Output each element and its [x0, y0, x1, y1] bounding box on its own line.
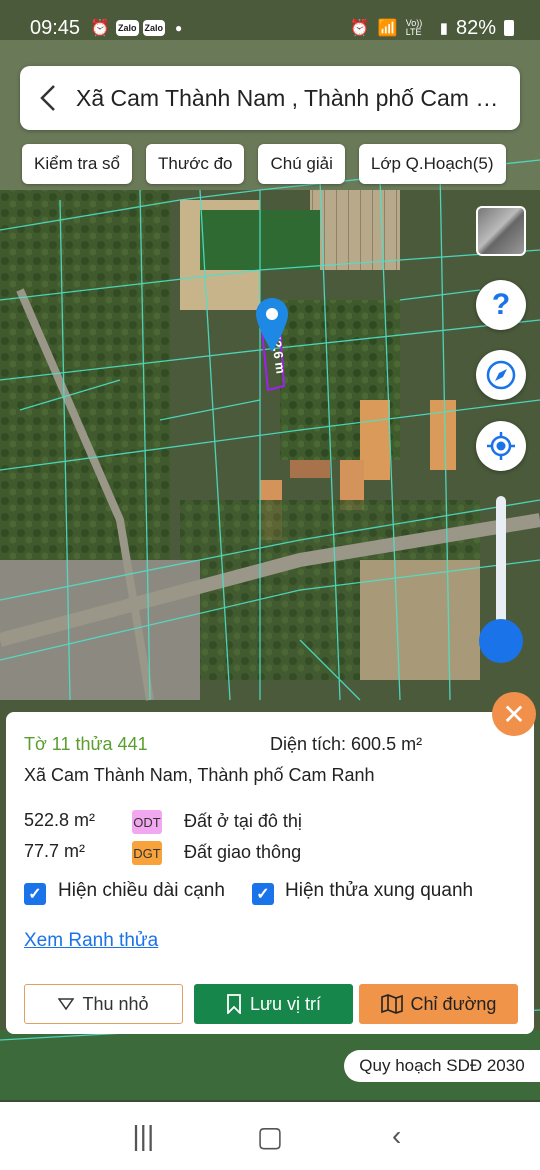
- basemap-switcher-icon[interactable]: [476, 206, 526, 256]
- measure-chip[interactable]: Thước đo: [145, 144, 245, 184]
- planning-layers-chip[interactable]: Lớp Q.Hoạch(5): [358, 144, 506, 184]
- planning-layer-label[interactable]: Quy hoạch SDĐ 2030: [344, 1050, 540, 1082]
- map-icon: [380, 994, 403, 1014]
- alarm-icon: ⏰: [90, 20, 110, 37]
- location-pin-icon[interactable]: [254, 296, 290, 359]
- system-nav-bar: ||| ▢ ‹: [0, 1102, 540, 1170]
- chevron-left-icon: [40, 85, 55, 111]
- collapse-button[interactable]: Thu nhỏ: [24, 984, 183, 1024]
- land-use-name: Đất ở tại đô thị: [184, 811, 302, 831]
- location-header: Xã Cam Thành Nam , Thành phố Cam Ranh: [20, 66, 520, 130]
- wifi-icon: 📶: [377, 20, 398, 37]
- parcel-address: Xã Cam Thành Nam, Thành phố Cam Ranh: [24, 765, 375, 785]
- battery-percent: 82%: [455, 16, 496, 39]
- compass-icon: [486, 360, 516, 390]
- show-neighbors-checkbox[interactable]: ✓: [252, 883, 274, 905]
- directions-button[interactable]: Chỉ đường: [359, 984, 518, 1024]
- parcel-info-sheet: Tờ 11 thửa 441 Diện tích: 600.5 m² Xã Ca…: [6, 712, 534, 1034]
- home-icon[interactable]: ▢: [240, 1120, 300, 1153]
- help-button[interactable]: ?: [476, 280, 526, 330]
- bookmark-icon: [227, 994, 241, 1014]
- network-label: Vo)) LTE: [405, 18, 423, 37]
- back-button[interactable]: [20, 66, 76, 130]
- zalo-icon: Zalo: [142, 20, 166, 36]
- compass-button[interactable]: [476, 350, 526, 400]
- legend-chip[interactable]: Chú giải: [258, 144, 345, 184]
- save-location-button[interactable]: Lưu vị trí: [194, 984, 353, 1024]
- crosshair-icon: [487, 432, 515, 460]
- land-use-code-badge: DGT: [132, 841, 162, 865]
- land-use-code-badge: ODT: [132, 810, 162, 834]
- signal-icon: ▮: [439, 20, 448, 37]
- zalo-icon: Zalo: [115, 20, 139, 36]
- show-edge-length-label: Hiện chiều dài cạnh: [58, 880, 225, 901]
- close-icon: ✕: [502, 698, 526, 730]
- help-icon: ?: [491, 288, 511, 321]
- show-edge-length-checkbox[interactable]: ✓: [24, 883, 46, 905]
- more-notifications-icon: ●: [175, 21, 183, 35]
- recent-apps-icon[interactable]: |||: [113, 1120, 173, 1152]
- opacity-slider-handle[interactable]: [479, 619, 523, 663]
- check-certificate-chip[interactable]: Kiểm tra sổ: [22, 144, 132, 184]
- close-sheet-button[interactable]: ✕: [492, 692, 536, 736]
- parcel-number: Tờ 11 thửa 441: [24, 734, 148, 754]
- show-neighbors-label: Hiện thửa xung quanh: [285, 880, 474, 901]
- triangle-down-icon: [58, 998, 75, 1010]
- land-use-name: Đất giao thông: [184, 842, 302, 862]
- land-use-area: 522.8 m²: [24, 810, 96, 830]
- view-boundary-link[interactable]: Xem Ranh thửa: [24, 930, 158, 952]
- parcel-area: Diện tích: 600.5 m²: [270, 734, 423, 754]
- directions-label: Chỉ đường: [410, 993, 497, 1014]
- battery-icon: [504, 20, 514, 36]
- save-location-label: Lưu vị trí: [249, 993, 322, 1014]
- land-use-area: 77.7 m²: [24, 841, 86, 861]
- status-bar: 09:45 ⏰ Zalo Zalo ● ⏰ 📶 Vo)) LTE ▮ 82%: [0, 0, 540, 56]
- clock: 09:45: [30, 16, 81, 39]
- location-title: Xã Cam Thành Nam , Thành phố Cam Ranh: [76, 84, 506, 111]
- alarm-icon: ⏰: [349, 20, 370, 37]
- map-toolbar: Kiểm tra sổ Thước đo Chú giải Lớp Q.Hoạc…: [22, 144, 506, 184]
- back-nav-icon[interactable]: ‹: [367, 1120, 427, 1152]
- my-location-button[interactable]: [476, 421, 526, 471]
- collapse-label: Thu nhỏ: [82, 993, 149, 1014]
